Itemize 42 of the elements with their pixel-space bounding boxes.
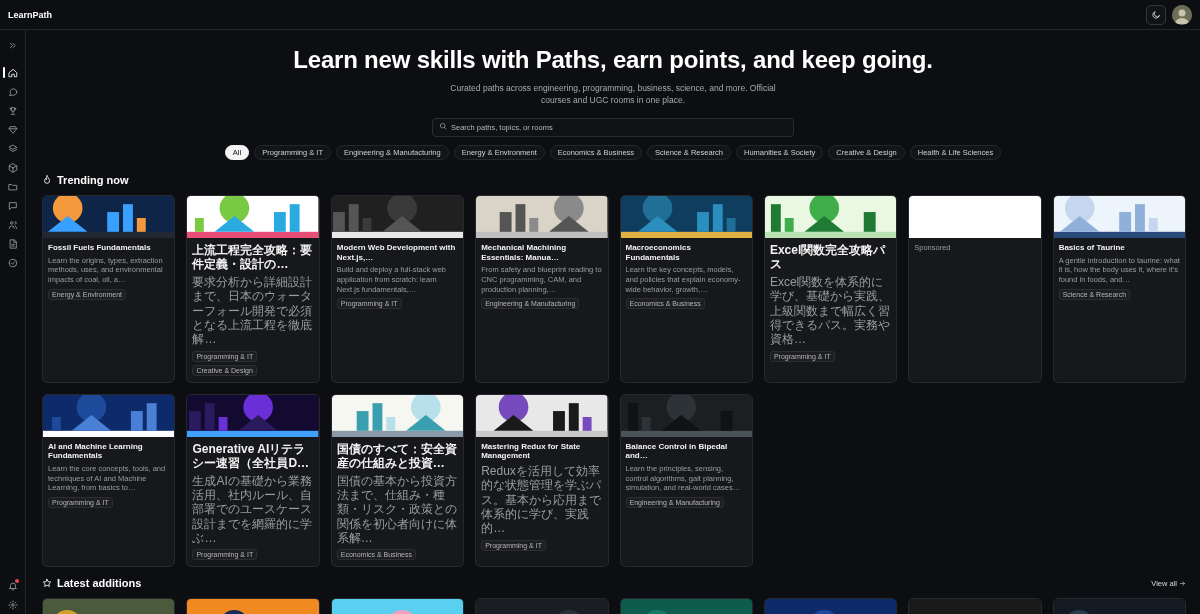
chat-icon: [7, 86, 18, 97]
card-title: Modern Web Development with Next.js,…: [336, 243, 457, 263]
arrow-icon: [1179, 579, 1186, 587]
users-icon: [7, 219, 18, 230]
bell-icon: [7, 580, 18, 591]
card-description: 生成AIの基礎から業務活用、社内ルール、自部署でのユースケース設計までを網羅的に学ぶ…: [192, 473, 314, 546]
card-title: Mastering Redux for State Management: [481, 441, 582, 461]
card-title: Excel関数完全攻略パス: [769, 243, 887, 272]
search-icon: [439, 121, 447, 130]
card-description: 要求分析から詳細設計まで、日本のウォーターフォール開発で必須となる上流工程を徹底解…: [192, 274, 314, 347]
layers-icon: [7, 143, 18, 154]
section-heading: Trending now: [57, 174, 129, 186]
card-title: Generative AIリテラシー速習（全社員D…: [192, 441, 311, 471]
chevrons-right-icon: [8, 41, 17, 50]
card-title: Basics of Taurine: [1058, 243, 1126, 253]
trophy-icon: [7, 105, 18, 116]
settings-icon: [7, 599, 18, 610]
cube-icon: [7, 162, 18, 173]
theme-toggle[interactable]: [1146, 4, 1166, 25]
document-icon: [7, 238, 18, 249]
subtitle: Curated paths across engineering, programming, business, science, and more. Official courses and UGC rooms in one place.: [449, 82, 777, 106]
card-title: 国債のすべて：安全資産の仕組みと投資…: [336, 441, 458, 471]
gem-icon: [7, 124, 18, 135]
folder-icon: [7, 181, 18, 192]
card-title: Fossil Fuels Fundamentals: [48, 243, 152, 253]
star-icon: [42, 578, 52, 589]
card-description: Excel関数を体系的に学び、基礎から実践、上級関数まで幅広く習得できるパス。実務や資格…: [769, 274, 891, 347]
card-title: Macroeconomics Fundamentals: [625, 243, 692, 263]
section-heading: Latest additions: [57, 577, 142, 590]
card-title: Balance Control in Bipedal and…: [625, 441, 729, 461]
logo[interactable]: LearnPath: [8, 9, 52, 20]
card-description: Reduxを活用して効率的な状態管理を学ぶパス。基本から応用まで体系的に学び、実践的…: [481, 463, 603, 536]
page-heading: Learn new skills with Paths, earn points, and keep going.: [293, 46, 933, 74]
card-description: 国債の基本から投資方法まで、仕組み・種類・リスク・政策との関係を初心者向けに体系解…: [336, 473, 458, 546]
flame-icon: [42, 175, 52, 185]
avatar[interactable]: [1172, 4, 1192, 25]
card-title: AI and Machine Learning Fundamentals: [48, 441, 144, 461]
card-title: 上流工程完全攻略：要件定義・設計の…: [192, 243, 314, 272]
moon-icon: [1151, 9, 1161, 20]
home-icon: [7, 67, 18, 78]
card-title: Mechanical Machining Essentials: Manua…: [481, 243, 568, 263]
message-icon: [7, 200, 18, 211]
